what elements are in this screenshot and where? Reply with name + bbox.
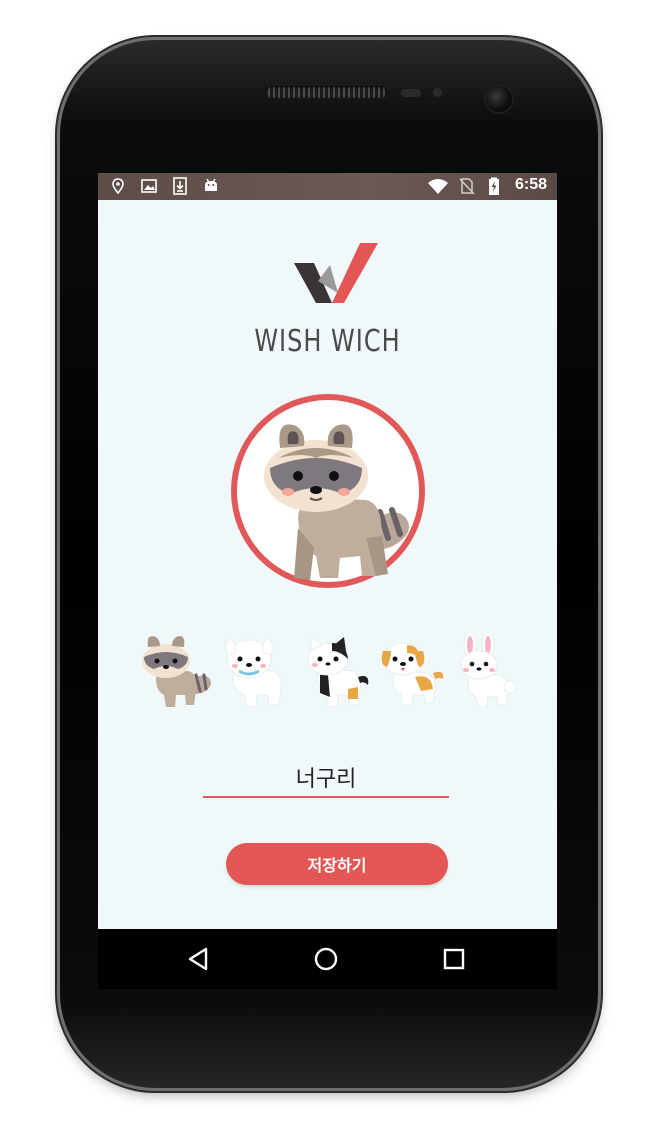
character-option-rabbit[interactable] bbox=[450, 631, 524, 709]
character-picker bbox=[138, 631, 518, 713]
app-logo-text: WISH WICH bbox=[254, 323, 401, 359]
earpiece-speaker bbox=[265, 86, 387, 98]
raccoon-icon bbox=[142, 636, 211, 707]
recents-icon[interactable] bbox=[438, 943, 470, 975]
wifi-icon bbox=[428, 179, 448, 194]
status-clock: 6:58 bbox=[514, 176, 547, 193]
location-icon bbox=[112, 178, 124, 195]
character-name-input[interactable] bbox=[203, 758, 449, 798]
character-option-raccoon[interactable] bbox=[138, 633, 212, 709]
wishwich-logo-icon bbox=[294, 243, 378, 303]
navigation-bar bbox=[98, 929, 557, 989]
character-option-dog[interactable] bbox=[219, 633, 293, 709]
front-camera bbox=[486, 86, 512, 112]
app-content: WISH WICH 너구리 저장하기 bbox=[98, 200, 557, 929]
light-sensor bbox=[433, 88, 442, 97]
cat-icon bbox=[307, 636, 369, 708]
selected-raccoon-avatar bbox=[264, 424, 410, 580]
save-button[interactable]: 저장하기 bbox=[226, 843, 448, 885]
dog-icon bbox=[225, 638, 282, 708]
download-icon bbox=[173, 177, 187, 195]
back-icon[interactable] bbox=[182, 943, 214, 975]
battery-charging-icon bbox=[489, 177, 499, 195]
screen: 6:58 WISH WICH 너구리 저장하기 bbox=[98, 173, 557, 989]
rabbit-icon bbox=[460, 631, 517, 708]
proximity-sensor bbox=[401, 89, 421, 97]
character-option-cat[interactable] bbox=[298, 633, 372, 709]
android-icon bbox=[205, 178, 217, 191]
character-option-puppy[interactable] bbox=[375, 633, 449, 709]
image-icon bbox=[141, 179, 157, 193]
status-bar: 6:58 bbox=[98, 173, 557, 200]
home-icon[interactable] bbox=[310, 943, 342, 975]
no-sim-icon bbox=[459, 178, 475, 195]
puppy-icon bbox=[381, 642, 444, 706]
